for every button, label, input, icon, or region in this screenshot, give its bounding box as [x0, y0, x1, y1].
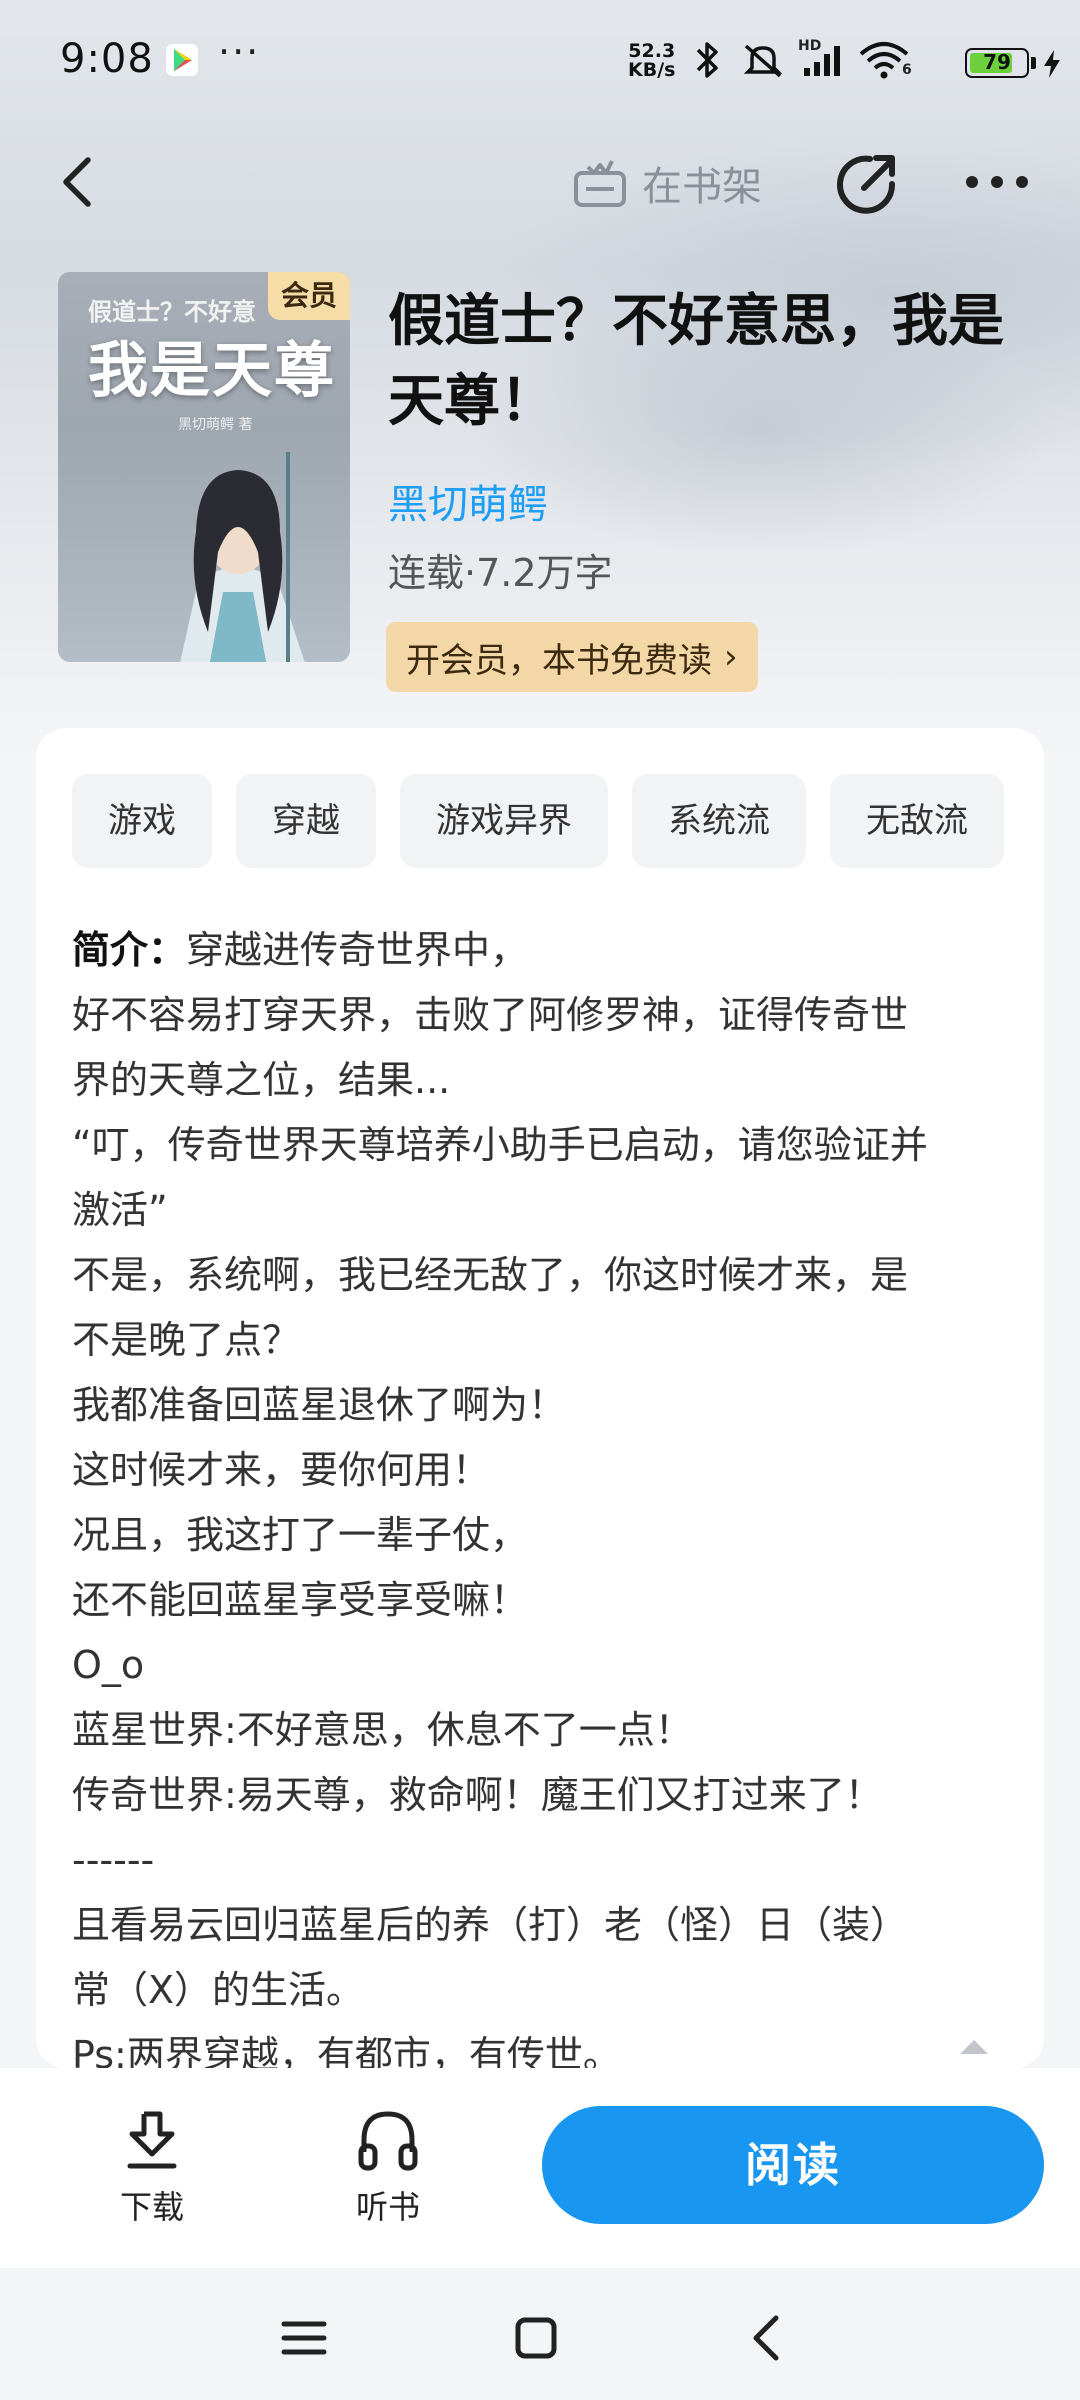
- system-navigation-bar: [0, 2268, 1080, 2400]
- share-icon[interactable]: [832, 150, 902, 220]
- listen-button[interactable]: 听书: [328, 2108, 448, 2248]
- synopsis-line: 且看易云回归蓝星后的养（打）老（怪）日（装）: [72, 1903, 909, 1947]
- book-author-link[interactable]: 黑切萌鳄: [388, 472, 548, 530]
- tag-item[interactable]: 游戏异界: [400, 774, 608, 868]
- cover-author-text: 黑切萌鳄 著: [178, 417, 253, 433]
- vip-free-read-button[interactable]: 开会员，本书免费读 ›: [386, 622, 758, 692]
- tag-item[interactable]: 穿越: [236, 774, 376, 868]
- synopsis-line: 不是，系统啊，我已经无敌了，你这时候才来，是: [72, 1253, 909, 1297]
- synopsis-text: 穿越进传奇世界中，: [186, 928, 529, 972]
- mute-icon: [743, 44, 783, 78]
- synopsis-label: 简介：: [72, 928, 187, 972]
- bottom-action-bar: 下载 听书 阅读: [0, 2068, 1080, 2268]
- synopsis-line: 我都准备回蓝星退休了啊为！: [72, 1383, 567, 1427]
- more-icon[interactable]: [962, 160, 1032, 210]
- wifi-label: 6: [902, 62, 912, 78]
- network-speed: 52.3 KB/s: [628, 42, 675, 80]
- signal-icon: [804, 46, 840, 76]
- synopsis-line: Ps:两界穿越，有都市，有传世。: [72, 2033, 621, 2068]
- charging-icon: [1044, 50, 1060, 78]
- synopsis-line: 界的天尊之位，结果...: [72, 1058, 451, 1102]
- synopsis-line: 这时候才来，要你何用！: [72, 1448, 491, 1492]
- download-icon: [127, 2111, 177, 2169]
- notification-more-icon: ···: [218, 30, 261, 74]
- bookshelf-icon: [574, 159, 626, 207]
- vip-badge: 会员: [268, 272, 350, 320]
- download-label: 下载: [119, 2188, 184, 2226]
- synopsis-line: 不是晚了点？: [72, 1318, 301, 1362]
- network-speed-unit: KB/s: [628, 59, 676, 81]
- synopsis-line: 好不容易打穿天界，击败了阿修罗神，证得传奇世: [72, 993, 909, 1037]
- cover-title-text: 我是天尊: [88, 336, 336, 406]
- collapse-arrow-icon[interactable]: [956, 2036, 992, 2056]
- menu-icon[interactable]: [274, 2308, 334, 2368]
- synopsis-line: 还不能回蓝星享受享受嘛！: [72, 1578, 529, 1622]
- vip-cta-label: 开会员，本书免费读: [406, 640, 712, 681]
- shelf-label: 在书架: [642, 163, 762, 210]
- book-meta: 连载·7.2万字: [388, 551, 613, 595]
- home-icon[interactable]: [506, 2308, 566, 2368]
- synopsis-line: 常（X）的生活。: [72, 1968, 365, 2012]
- play-store-icon: [166, 44, 198, 76]
- listen-label: 听书: [355, 2188, 420, 2226]
- battery-tip: [1031, 57, 1036, 69]
- synopsis[interactable]: 简介：穿越进传奇世界中， 好不容易打穿天界，击败了阿修罗神，证得传奇世 界的天尊…: [72, 918, 1022, 2068]
- headphones-icon: [358, 2111, 418, 2171]
- read-button[interactable]: 阅读: [542, 2106, 1044, 2224]
- synopsis-line: “叮，传奇世界天尊培养小助手已启动，请您验证并: [72, 1123, 928, 1167]
- system-back-icon[interactable]: [738, 2308, 798, 2368]
- cover-illustration: [180, 452, 305, 662]
- download-button[interactable]: 下载: [92, 2108, 212, 2248]
- book-cover[interactable]: 假道士？不好意 我是天尊 黑切萌鳄 著: [58, 272, 350, 662]
- back-icon[interactable]: [50, 150, 110, 215]
- tag-item[interactable]: 游戏: [72, 774, 212, 868]
- book-detail-card: 游戏 穿越 游戏异界 系统流 无敌流 简介：穿越进传奇世界中， 好不容易打穿天界…: [36, 728, 1044, 2068]
- chevron-right-icon: ›: [724, 637, 738, 677]
- synopsis-line: 况且，我这打了一辈子仗，: [72, 1513, 529, 1557]
- battery-level: 79: [983, 50, 1011, 74]
- book-title: 假道士？不好意思，我是天尊！: [388, 289, 1004, 434]
- tag-item[interactable]: 系统流: [632, 774, 806, 868]
- bluetooth-icon: [696, 42, 718, 78]
- tag-list: 游戏 穿越 游戏异界 系统流 无敌流: [72, 774, 1004, 868]
- synopsis-line: 蓝星世界:不好意思，休息不了一点！: [72, 1708, 693, 1752]
- status-time: 9:08: [60, 36, 154, 82]
- synopsis-line: O_o: [72, 1643, 145, 1687]
- synopsis-line: 传奇世界:易天尊，救命啊！魔王们又打过来了！: [72, 1773, 883, 1817]
- synopsis-line: 简介：穿越进传奇世界中，: [72, 918, 1022, 983]
- synopsis-line: ------: [72, 1838, 155, 1882]
- status-bar: 9:08 ··· 52.3 KB/s HD 6 79: [0, 0, 1080, 125]
- synopsis-line: 激活”: [72, 1188, 168, 1232]
- battery-icon: 79: [965, 48, 1029, 78]
- add-to-shelf-button[interactable]: 在书架: [570, 150, 762, 215]
- tag-item[interactable]: 无敌流: [830, 774, 1004, 868]
